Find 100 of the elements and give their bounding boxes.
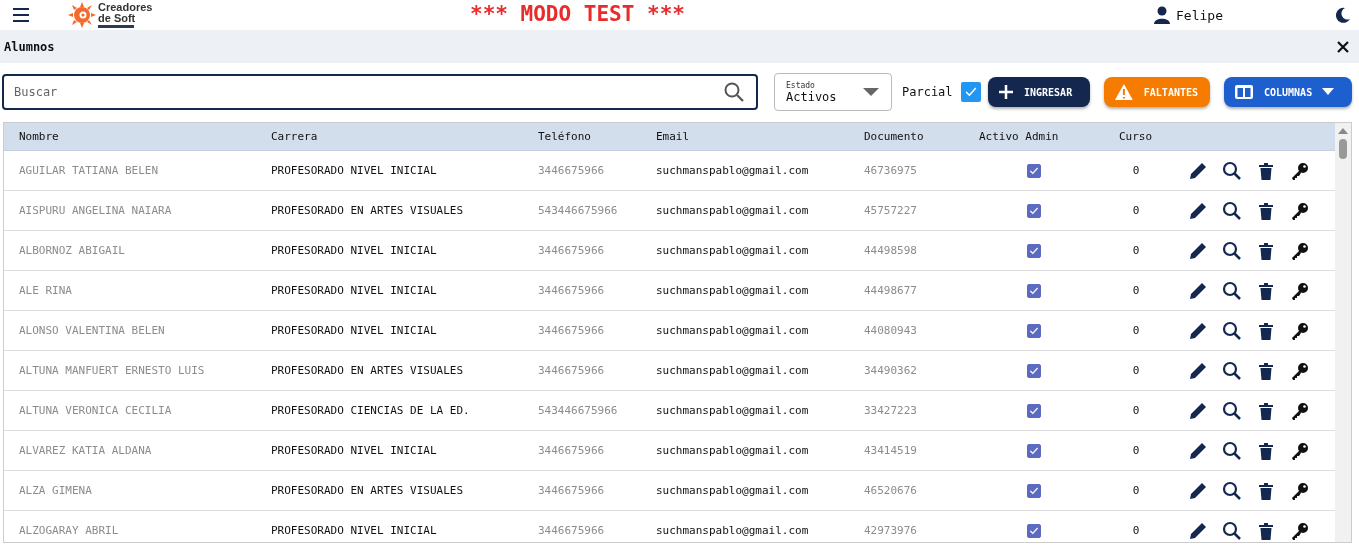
key-icon[interactable] [1290,200,1310,221]
key-icon[interactable] [1290,520,1310,541]
parcial-label: Parcial [902,85,953,99]
trash-icon[interactable] [1256,520,1276,541]
menu-icon[interactable] [12,7,30,23]
table-cell-text: 3446675966 [537,244,606,257]
admin-checkbox[interactable] [1027,363,1041,378]
table-cell-text: ALTUNA MANFUERT ERNESTO LUIS [18,364,206,377]
scrollbar-thumb[interactable] [1339,139,1347,159]
table-cell-text: 3446675966 [537,444,606,457]
user-icon[interactable] [1154,6,1171,24]
pencil-icon[interactable] [1188,160,1208,181]
trash-icon[interactable] [1256,320,1276,341]
column-header[interactable]: Activo Admin [964,130,1104,143]
table-cell-text: PROFESORADO NIVEL INICIAL [270,524,438,537]
search-icon[interactable] [1222,520,1242,541]
table-cell-text: PROFESORADO NIVEL INICIAL [270,244,438,257]
table-cell-text: suchmanspablo@gmail.com [655,364,810,377]
column-header[interactable]: Email [641,130,849,143]
key-icon[interactable] [1290,160,1310,181]
table-cell-text: PROFESORADO EN ARTES VISUALES [270,204,465,217]
column-header[interactable]: Documento [849,130,964,143]
pencil-icon[interactable] [1188,320,1208,341]
key-icon[interactable] [1290,400,1310,421]
search-icon[interactable] [1222,480,1242,501]
trash-icon[interactable] [1256,280,1276,301]
table-cell-text: 3446675966 [537,484,606,497]
key-icon[interactable] [1290,320,1310,341]
table-cell-text: PROFESORADO CIENCIAS DE LA ED. [270,404,471,417]
trash-icon[interactable] [1256,400,1276,421]
table-cell-text: 0 [1131,404,1141,417]
search-icon[interactable] [1222,440,1242,461]
plus-icon [998,84,1014,100]
table-cell-text: PROFESORADO NIVEL INICIAL [270,324,438,337]
admin-checkbox[interactable] [1027,443,1041,458]
pencil-icon[interactable] [1188,520,1208,541]
search-icon[interactable] [724,82,744,102]
key-icon[interactable] [1290,360,1310,381]
search-icon[interactable] [1222,280,1242,301]
columns-button[interactable]: COLUMNAS [1224,77,1352,107]
admin-checkbox[interactable] [1027,203,1041,218]
column-header[interactable]: Curso [1104,130,1168,143]
search-icon[interactable] [1222,200,1242,221]
table-cell-text: 0 [1131,244,1141,257]
table-cell-text: ALONSO VALENTINA BELEN [18,324,166,337]
table-cell-text: suchmanspablo@gmail.com [655,524,810,537]
brand-name: Creadores [98,2,153,13]
search-icon[interactable] [1222,360,1242,381]
admin-checkbox[interactable] [1027,243,1041,258]
table-cell-text: suchmanspablo@gmail.com [655,444,810,457]
trash-icon[interactable] [1256,240,1276,261]
table-cell-text: 44498598 [863,244,918,257]
user-name[interactable]: Felipe [1176,7,1223,23]
key-icon[interactable] [1290,240,1310,261]
admin-checkbox[interactable] [1027,283,1041,298]
column-header[interactable]: Carrera [256,130,523,143]
column-header[interactable]: Nombre [4,130,256,143]
table-cell-text: 3446675966 [537,164,606,177]
pencil-icon[interactable] [1188,400,1208,421]
search-icon[interactable] [1222,320,1242,341]
search-field[interactable]: Buscar [2,74,758,110]
key-icon[interactable] [1290,480,1310,501]
admin-checkbox[interactable] [1027,403,1041,418]
trash-icon[interactable] [1256,200,1276,221]
pencil-icon[interactable] [1188,240,1208,261]
close-icon[interactable] [1337,40,1349,53]
search-icon[interactable] [1222,400,1242,421]
table-cell-text: PROFESORADO NIVEL INICIAL [270,164,438,177]
estado-dropdown[interactable]: Estado Activos [774,73,892,111]
admin-checkbox[interactable] [1027,523,1041,538]
parcial-checkbox[interactable] [960,82,981,102]
table-cell-text: ALVAREZ KATIA ALDANA [18,444,153,457]
table-cell-text: 44080943 [863,324,918,337]
pencil-icon[interactable] [1188,200,1208,221]
key-icon[interactable] [1290,440,1310,461]
moon-icon[interactable] [1335,7,1351,23]
pencil-icon[interactable] [1188,280,1208,301]
table-cell-text: 46736975 [863,164,918,177]
column-header[interactable]: Teléfono [523,130,641,143]
scroll-up-icon[interactable] [1338,127,1348,135]
search-icon[interactable] [1222,240,1242,261]
key-icon[interactable] [1290,280,1310,301]
pencil-icon[interactable] [1188,360,1208,381]
pencil-icon[interactable] [1188,480,1208,501]
table-cell-text: PROFESORADO NIVEL INICIAL [270,444,438,457]
trash-icon[interactable] [1256,480,1276,501]
admin-checkbox[interactable] [1027,323,1041,338]
scrollbar[interactable] [1335,123,1351,542]
admin-checkbox[interactable] [1027,163,1041,178]
caret-icon [1322,88,1335,96]
table-cell-text: 33427223 [863,404,918,417]
add-button[interactable]: INGRESAR [988,77,1090,107]
table-cell-text: 0 [1131,324,1141,337]
trash-icon[interactable] [1256,440,1276,461]
trash-icon[interactable] [1256,160,1276,181]
pencil-icon[interactable] [1188,440,1208,461]
search-icon[interactable] [1222,160,1242,181]
page-title: Alumnos [4,39,55,54]
admin-checkbox[interactable] [1027,483,1041,498]
trash-icon[interactable] [1256,360,1276,381]
